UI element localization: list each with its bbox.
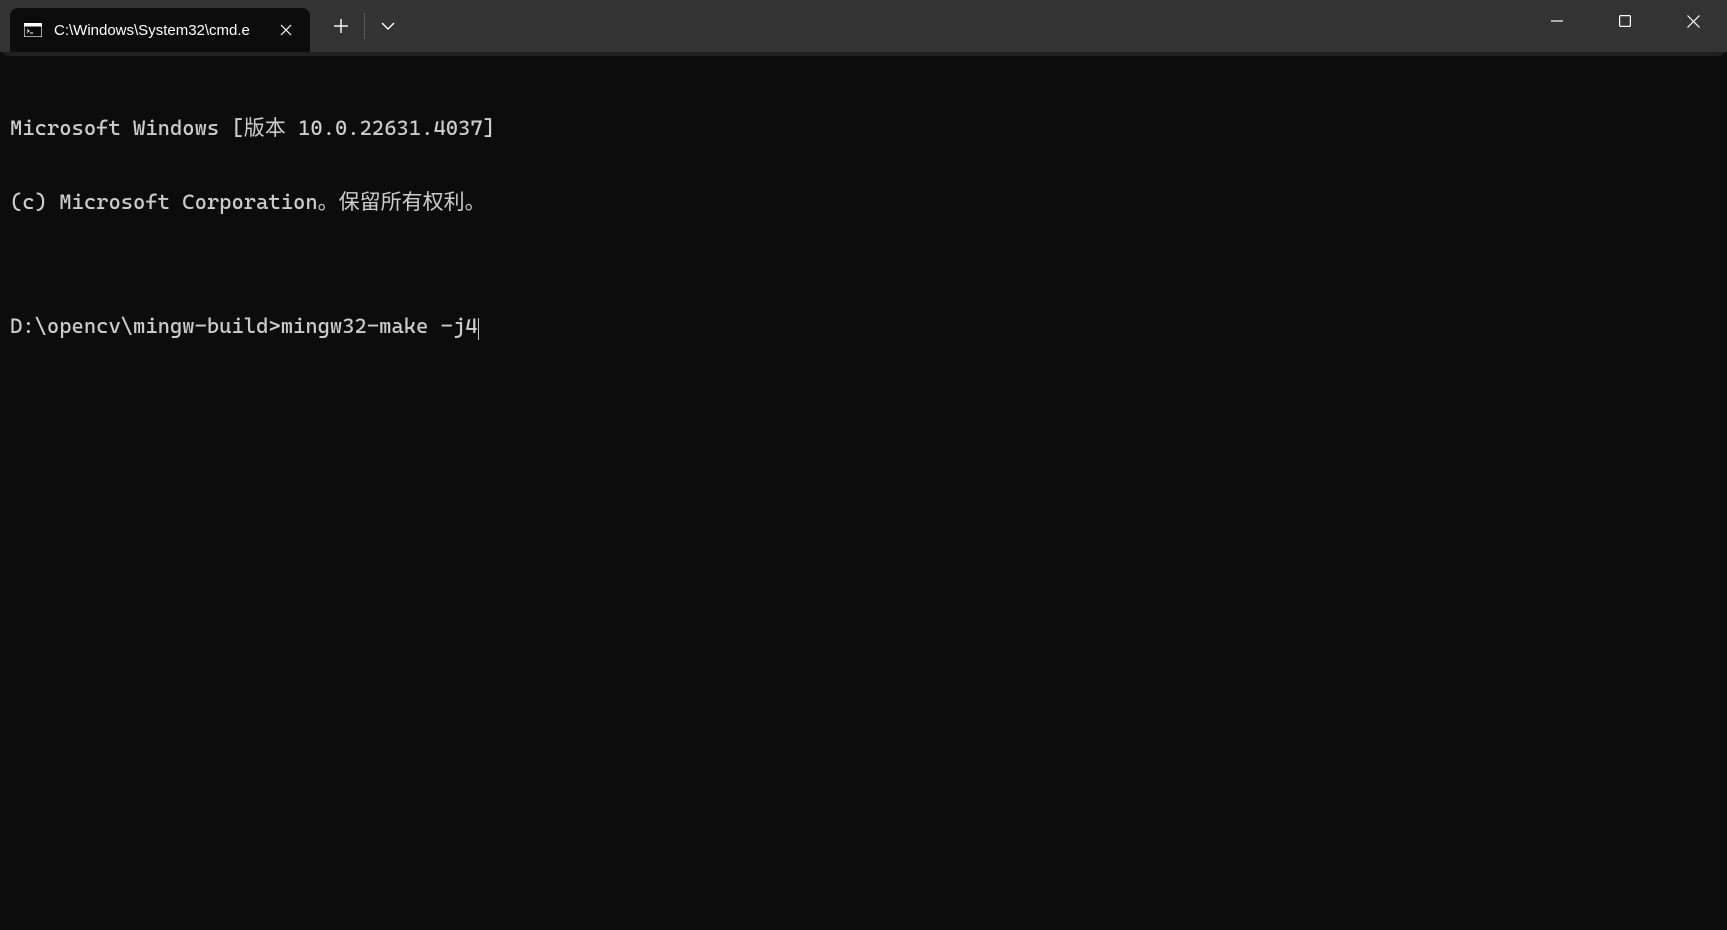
tab-active[interactable]: C:\Windows\System32\cmd.e xyxy=(10,8,310,52)
titlebar: C:\Windows\System32\cmd.e xyxy=(0,0,1727,56)
maximize-button[interactable] xyxy=(1591,0,1659,42)
minimize-icon xyxy=(1551,15,1563,27)
terminal-output-line: Microsoft Windows [版本 10.0.22631.4037] xyxy=(10,116,1717,141)
terminal-output-line: (c) Microsoft Corporation。保留所有权利。 xyxy=(10,190,1717,215)
chevron-down-icon xyxy=(381,22,395,30)
window-controls xyxy=(1523,0,1727,42)
terminal-cursor xyxy=(478,318,479,340)
terminal-area[interactable]: Microsoft Windows [版本 10.0.22631.4037] (… xyxy=(0,56,1727,930)
tab-close-button[interactable] xyxy=(276,20,296,40)
new-tab-button[interactable] xyxy=(318,5,364,47)
tab-title: C:\Windows\System32\cmd.e xyxy=(54,22,264,39)
plus-icon xyxy=(334,19,348,33)
tabbar-actions xyxy=(318,0,411,52)
close-window-button[interactable] xyxy=(1659,0,1727,42)
tab-dropdown-button[interactable] xyxy=(365,5,411,47)
titlebar-inner: C:\Windows\System32\cmd.e xyxy=(0,0,1727,52)
close-icon xyxy=(280,24,292,36)
terminal-prompt-line: D:\opencv\mingw-build>mingw32-make -j4 xyxy=(10,314,1717,339)
terminal-command: mingw32-make -j4 xyxy=(281,314,478,338)
cmd-icon xyxy=(24,22,42,38)
close-icon xyxy=(1687,15,1700,28)
maximize-icon xyxy=(1619,15,1631,27)
minimize-button[interactable] xyxy=(1523,0,1591,42)
terminal-prompt: D:\opencv\mingw-build> xyxy=(10,314,281,338)
